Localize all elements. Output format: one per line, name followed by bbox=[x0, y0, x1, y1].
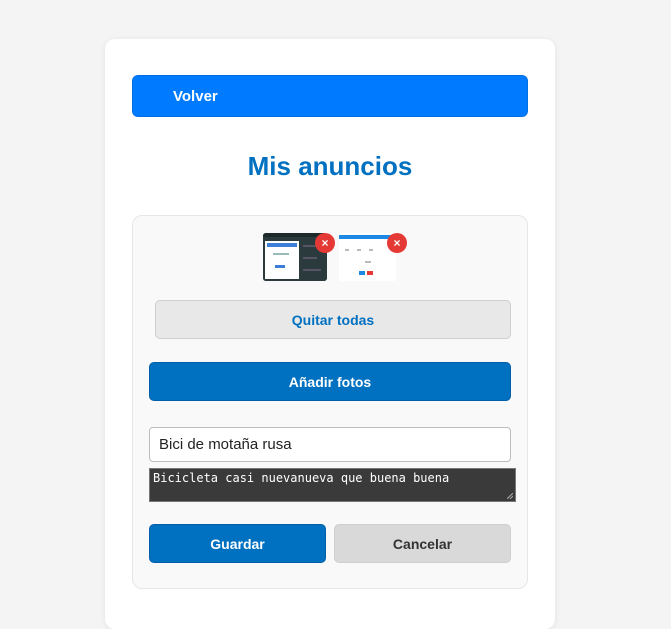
remove-all-photos-button[interactable]: Quitar todas bbox=[155, 300, 511, 339]
ad-edit-panel: × × Quitar todas Añadir fotos Bici de mo… bbox=[132, 215, 528, 589]
ad-description-text: Bicicleta casi nuevanueva que buena buen… bbox=[153, 471, 450, 485]
resize-grip-icon[interactable] bbox=[507, 493, 513, 499]
ad-description-textarea[interactable]: Bicicleta casi nuevanueva que buena buen… bbox=[149, 468, 516, 502]
back-arrow-icon bbox=[151, 89, 165, 103]
cancel-button[interactable]: Cancelar bbox=[334, 524, 511, 563]
page-title: Mis anuncios bbox=[247, 151, 413, 181]
back-button[interactable]: Volver bbox=[132, 75, 528, 117]
photo-thumbnails: × × bbox=[263, 233, 407, 283]
remove-photo-2-button[interactable]: × bbox=[387, 233, 407, 253]
back-button-label: Volver bbox=[173, 87, 218, 105]
remove-photo-1-button[interactable]: × bbox=[315, 233, 335, 253]
close-icon: × bbox=[321, 236, 329, 250]
add-photos-button[interactable]: Añadir fotos bbox=[149, 362, 511, 401]
save-button[interactable]: Guardar bbox=[149, 524, 326, 563]
edit-ad-card: Volver Mis anuncios × × Quitar todas Aña… bbox=[105, 39, 555, 629]
close-icon: × bbox=[393, 236, 401, 250]
ad-title-input[interactable] bbox=[149, 427, 511, 462]
